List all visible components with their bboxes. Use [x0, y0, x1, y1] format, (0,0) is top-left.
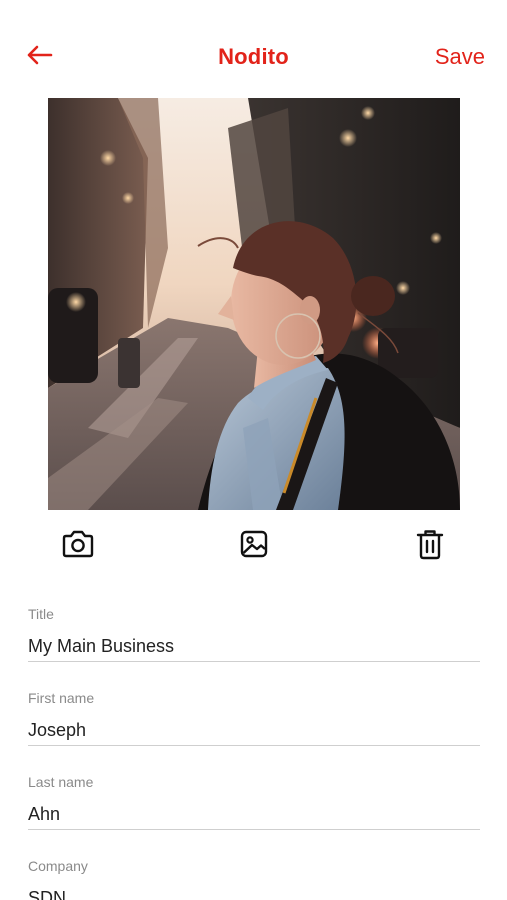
- company-input[interactable]: [28, 884, 480, 900]
- last-name-label: Last name: [28, 774, 94, 790]
- title-label: Title: [28, 606, 54, 622]
- first-name-input[interactable]: [28, 716, 480, 744]
- company-field: Company: [28, 852, 480, 900]
- title-underline: [28, 661, 480, 662]
- profile-form: Title First name Last name Company: [28, 600, 480, 900]
- last-name-field: Last name: [28, 768, 480, 852]
- profile-photo-illustration: [48, 98, 460, 510]
- page-title: Nodito: [218, 44, 289, 69]
- photo-actions-bar: [0, 522, 507, 568]
- edit-profile-screen: Nodito Save Title My Main Business First…: [0, 0, 507, 900]
- first-name-label: First name: [28, 690, 95, 706]
- title-input[interactable]: [28, 632, 480, 660]
- last-name-underline: [28, 829, 480, 830]
- delete-photo-button[interactable]: [410, 526, 450, 566]
- save-button[interactable]: Save: [435, 44, 485, 70]
- top-bar: Nodito Save: [0, 0, 507, 90]
- back-button[interactable]: [22, 42, 56, 72]
- choose-from-gallery-button[interactable]: [234, 526, 274, 566]
- last-name-input[interactable]: [28, 800, 480, 828]
- image-icon: [239, 529, 269, 564]
- first-name-field: First name: [28, 684, 480, 768]
- title-field: Title: [28, 600, 480, 684]
- profile-photo: [48, 98, 460, 510]
- first-name-underline: [28, 745, 480, 746]
- trash-icon: [416, 528, 444, 565]
- arrow-left-icon: [25, 44, 53, 71]
- company-label: Company: [28, 858, 88, 874]
- take-photo-button[interactable]: [58, 526, 98, 566]
- camera-icon: [61, 529, 95, 564]
